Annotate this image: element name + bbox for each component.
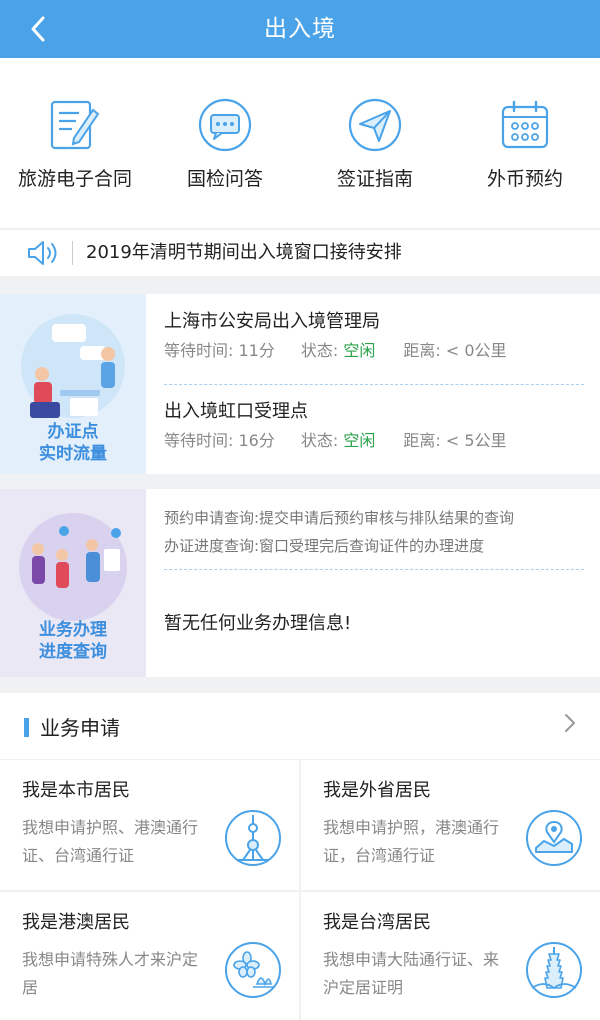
- taipei-101-icon: [526, 942, 582, 998]
- speaker-icon: [28, 241, 57, 265]
- office-item[interactable]: 出入境虹口受理点 等待时间: 16分 状态: 空闲 距离: < 5公里: [164, 398, 584, 456]
- office-name: 上海市公安局出入境管理局: [164, 311, 380, 332]
- office-meta: 等待时间: 16分 状态: 空闲 距离: < 5公里: [164, 426, 584, 456]
- image-label: 进度查询: [39, 642, 107, 662]
- business-desc: 我想申请护照、港澳通行证、台湾通行证: [22, 818, 199, 865]
- quick-action-currency-booking[interactable]: 外币预约: [450, 58, 600, 228]
- section-accent-bar: [24, 718, 29, 737]
- quick-action-inspection-qa[interactable]: 国检问答: [150, 58, 300, 228]
- wait-time: 等待时间: 11分: [164, 341, 275, 360]
- chat-bubble-icon: [198, 98, 252, 152]
- notice-text: 2019年清明节期间出入境窗口接待安排: [86, 242, 402, 263]
- pearl-tower-icon: [225, 810, 281, 866]
- status-label: 状态:: [300, 431, 339, 450]
- contract-icon: [50, 100, 100, 150]
- divider: [164, 384, 584, 385]
- realtime-flow-card: 办证点 实时流量 上海市公安局出入境管理局 等待时间: 11分 状态: 空闲 距离:…: [0, 294, 600, 474]
- distance: 距离: < 5公里: [403, 431, 507, 450]
- distance: 距离: < 0公里: [403, 341, 507, 360]
- business-taiwan-resident[interactable]: 我是台湾居民 我想申请大陆通行证、来沪定居证明: [301, 892, 600, 1020]
- business-desc: 我想申请护照，港澳通行证，台湾通行证: [323, 818, 500, 865]
- quick-action-travel-contract[interactable]: 旅游电子合同: [0, 58, 150, 228]
- image-label: 业务办理: [39, 620, 107, 640]
- business-section-header[interactable]: 业务申请: [0, 693, 600, 759]
- realtime-flow-image[interactable]: 办证点 实时流量: [0, 294, 146, 474]
- appointment-query-link[interactable]: 预约申请查询:提交申请后预约审核与排队结果的查询: [164, 507, 514, 528]
- progress-query-card: 业务办理 进度查询 预约申请查询:提交申请后预约审核与排队结果的查询 办证进度查…: [0, 489, 600, 677]
- quick-action-visa-guide[interactable]: 签证指南: [300, 58, 450, 228]
- divider: [164, 569, 584, 570]
- quick-action-label: 外币预约: [486, 168, 563, 190]
- progress-query-link[interactable]: 办证进度查询:窗口受理完后查询证件的办理进度: [164, 535, 484, 556]
- image-label: 实时流量: [39, 444, 107, 464]
- business-local-resident[interactable]: 我是本市居民 我想申请护照、港澳通行证、台湾通行证: [0, 760, 299, 890]
- business-title: 我是本市居民: [22, 780, 130, 801]
- divider: [72, 241, 73, 265]
- business-title: 我是港澳居民: [22, 912, 130, 933]
- business-other-province-resident[interactable]: 我是外省居民 我想申请护照，港澳通行证，台湾通行证: [301, 760, 600, 890]
- status-label: 状态:: [300, 341, 339, 360]
- office-item[interactable]: 上海市公安局出入境管理局 等待时间: 11分 状态: 空闲 距离: < 0公里: [164, 308, 584, 366]
- business-title: 我是外省居民: [323, 780, 431, 801]
- business-desc: 我想申请大陆通行证、来沪定居证明: [323, 950, 500, 997]
- office-meta: 等待时间: 11分 状态: 空闲 距离: < 0公里: [164, 336, 584, 366]
- quick-actions: 旅游电子合同 国检问答 签证指南 外币预约: [0, 58, 600, 228]
- business-hk-macao-resident[interactable]: 我是港澳居民 我想申请特殊人才来沪定居: [0, 892, 299, 1020]
- status-badge: 空闲: [343, 431, 376, 450]
- section-title: 业务申请: [40, 716, 120, 740]
- business-desc: 我想申请特殊人才来沪定居: [22, 950, 199, 997]
- quick-action-label: 国检问答: [186, 168, 263, 190]
- bauhinia-lotus-icon: [225, 942, 281, 998]
- empty-state-text: 暂无任何业务办理信息!: [164, 613, 352, 634]
- status-badge: 空闲: [343, 341, 376, 360]
- wait-time: 等待时间: 16分: [164, 431, 275, 450]
- quick-action-label: 旅游电子合同: [17, 168, 132, 190]
- image-label: 办证点: [47, 422, 99, 442]
- map-pin-icon: [526, 810, 582, 866]
- calendar-icon: [501, 100, 549, 149]
- chevron-right-icon[interactable]: [562, 711, 578, 735]
- office-name: 出入境虹口受理点: [164, 401, 308, 422]
- business-title: 我是台湾居民: [323, 912, 431, 933]
- quick-action-label: 签证指南: [336, 168, 413, 190]
- notice-bar[interactable]: 2019年清明节期间出入境窗口接待安排: [0, 230, 600, 276]
- page-title: 出入境: [264, 16, 336, 42]
- navbar: 出入境: [0, 0, 600, 58]
- progress-query-image[interactable]: 业务办理 进度查询: [0, 489, 146, 677]
- paper-plane-icon: [348, 98, 402, 152]
